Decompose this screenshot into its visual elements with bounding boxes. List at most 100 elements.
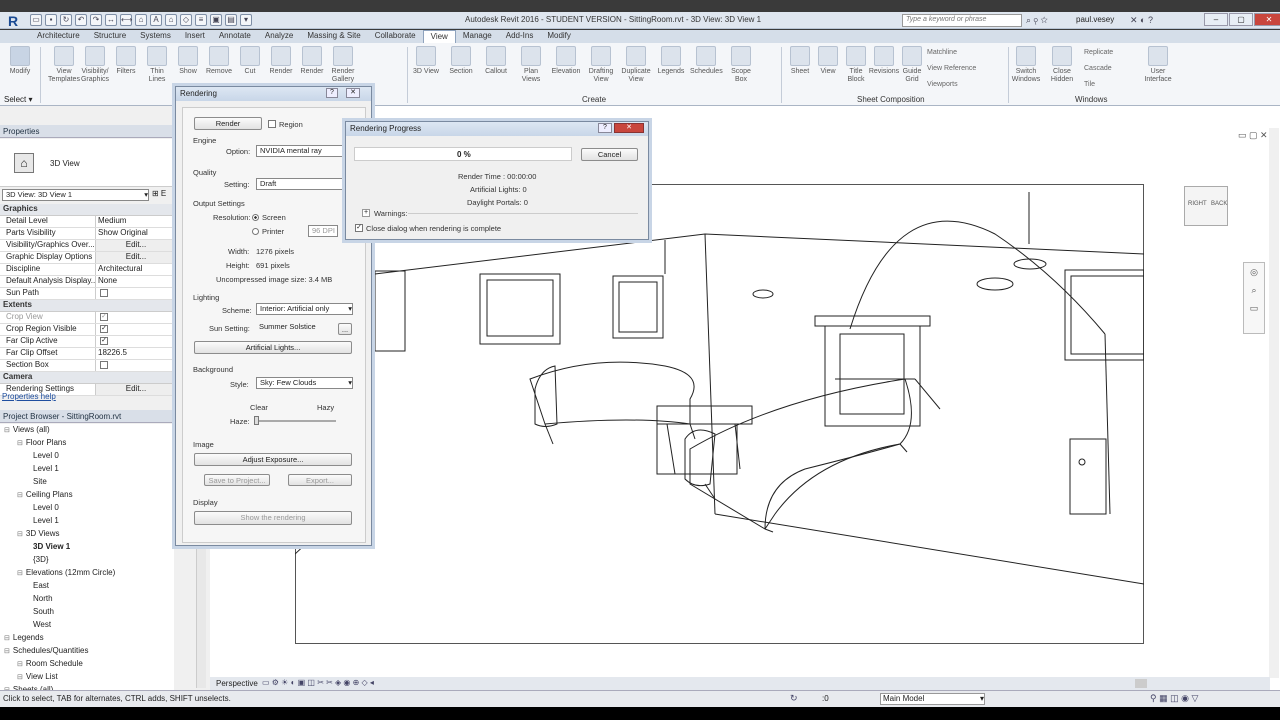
- tab-insert[interactable]: Insert: [178, 30, 212, 43]
- type-selector[interactable]: ⌂ 3D View: [0, 139, 174, 187]
- cancel-button[interactable]: Cancel: [581, 148, 638, 161]
- redo-icon[interactable]: ↷: [90, 14, 102, 26]
- property-row[interactable]: Far Clip Offset 18226.5: [0, 348, 174, 360]
- browser-item[interactable]: Level 0: [0, 502, 174, 515]
- browser-item[interactable]: East: [0, 580, 174, 593]
- create_buttons-button-7[interactable]: Legends: [655, 46, 687, 96]
- cascade-button[interactable]: Cascade: [1084, 61, 1113, 77]
- navigation-bar[interactable]: ◎ ⌕ ▭: [1243, 262, 1265, 334]
- property-row[interactable]: Sun Path: [0, 288, 174, 300]
- property-row[interactable]: Crop View ✓: [0, 312, 174, 324]
- save-icon[interactable]: ▪: [45, 14, 57, 26]
- haze-slider-thumb[interactable]: [254, 416, 259, 425]
- properties-help-link[interactable]: Properties help: [2, 392, 56, 401]
- browser-item[interactable]: ⊟ 3D Views: [0, 528, 174, 541]
- tab-view[interactable]: View: [422, 30, 456, 43]
- replicate-button[interactable]: Replicate: [1084, 45, 1113, 61]
- tree-expander-icon[interactable]: ⊟: [4, 648, 10, 655]
- tree-expander-icon[interactable]: ⊟: [17, 674, 23, 681]
- region-checkbox[interactable]: [268, 120, 276, 128]
- sync-icon[interactable]: ↻: [60, 14, 72, 26]
- tab-add-ins[interactable]: Add-Ins: [499, 30, 541, 43]
- tab-modify[interactable]: Modify: [540, 30, 578, 43]
- create_buttons-button-6[interactable]: Duplicate View: [620, 46, 652, 96]
- save-to-project-button[interactable]: Save to Project...: [204, 474, 270, 486]
- tree-expander-icon[interactable]: ⊟: [17, 661, 23, 668]
- tree-expander-icon[interactable]: ⊟: [17, 570, 23, 577]
- sheet_buttons-button-4[interactable]: Guide Grid: [896, 46, 928, 96]
- perspective-label[interactable]: Perspective: [216, 679, 258, 688]
- vertical-scrollbar[interactable]: [1269, 128, 1279, 678]
- text-icon[interactable]: A: [150, 14, 162, 26]
- close-hidden-icon[interactable]: ▣: [210, 14, 222, 26]
- create_buttons-button-8[interactable]: Schedules: [690, 46, 723, 96]
- property-checkbox[interactable]: [100, 288, 108, 297]
- tag-icon[interactable]: ⌂: [135, 14, 147, 26]
- minimize-icon[interactable]: –: [1204, 13, 1228, 26]
- browser-item[interactable]: ⊟ Views (all): [0, 424, 174, 437]
- graphics_buttons-button-0[interactable]: View Templates: [48, 46, 80, 96]
- zoom-icon[interactable]: ⌕: [1244, 281, 1264, 299]
- worksets-icon[interactable]: ↻: [790, 693, 798, 704]
- property-checkbox[interactable]: ✓: [100, 324, 108, 333]
- dimension-icon[interactable]: ⟷: [120, 14, 132, 26]
- browser-item[interactable]: Level 0: [0, 450, 174, 463]
- property-checkbox[interactable]: ✓: [100, 336, 108, 345]
- property-row[interactable]: Default Analysis Display... None: [0, 276, 174, 288]
- select-menu[interactable]: Select ▾: [4, 95, 32, 104]
- browser-item[interactable]: ⊟ Room Schedule: [0, 658, 174, 671]
- create_buttons-button-9[interactable]: Scope Box: [725, 46, 757, 96]
- browser-item[interactable]: Level 1: [0, 463, 174, 476]
- tree-expander-icon[interactable]: ⊟: [17, 531, 23, 538]
- viewports-button[interactable]: Viewports: [927, 77, 976, 93]
- window_buttons-button-0[interactable]: Switch Windows: [1010, 46, 1042, 96]
- create_buttons-button-3[interactable]: Plan Views: [515, 46, 547, 96]
- revit-logo-icon[interactable]: R: [2, 13, 24, 29]
- property-value[interactable]: Edit...: [96, 240, 174, 251]
- haze-slider-track[interactable]: [256, 420, 336, 422]
- thin-lines-icon[interactable]: ≡: [195, 14, 207, 26]
- close-icon[interactable]: ✕: [1254, 13, 1280, 26]
- tab-analyze[interactable]: Analyze: [258, 30, 300, 43]
- tab-structure[interactable]: Structure: [87, 30, 133, 43]
- browser-item[interactable]: Site: [0, 476, 174, 489]
- browser-item[interactable]: 3D View 1: [0, 541, 174, 554]
- exchange-icon[interactable]: ✕ ◐ ?: [1130, 15, 1153, 26]
- steering-wheel-icon[interactable]: ◎: [1244, 263, 1264, 281]
- section-icon[interactable]: ◇: [180, 14, 192, 26]
- property-row[interactable]: Crop Region Visible ✓: [0, 324, 174, 336]
- graphics_buttons-button-2[interactable]: Filters: [110, 46, 142, 96]
- zoom-region-icon[interactable]: ▭: [1244, 299, 1264, 317]
- create_buttons-button-5[interactable]: Drafting View: [585, 46, 617, 96]
- graphics_buttons-button-3[interactable]: Thin Lines: [141, 46, 173, 96]
- viewcube[interactable]: RIGHT BACK: [1184, 186, 1228, 226]
- tab-massing-site[interactable]: Massing & Site: [300, 30, 367, 43]
- create_buttons-button-2[interactable]: Callout: [480, 46, 512, 96]
- browser-item[interactable]: Level 1: [0, 515, 174, 528]
- export-button[interactable]: Export...: [288, 474, 352, 486]
- close-when-complete-checkbox[interactable]: ✓: [355, 224, 363, 232]
- property-value[interactable]: [96, 360, 174, 371]
- view-reference-button[interactable]: View Reference: [927, 61, 976, 77]
- tab-systems[interactable]: Systems: [133, 30, 178, 43]
- viewcube-back[interactable]: BACK: [1211, 201, 1227, 207]
- property-row[interactable]: Graphic Display Options Edit...: [0, 252, 174, 264]
- window_buttons-button-1[interactable]: Close Hidden: [1046, 46, 1078, 96]
- background-style-select[interactable]: Sky: Few Clouds ▾: [256, 377, 353, 389]
- property-value[interactable]: ✓: [96, 324, 174, 335]
- tree-expander-icon[interactable]: ⊟: [17, 440, 23, 447]
- tab-annotate[interactable]: Annotate: [212, 30, 258, 43]
- browser-item[interactable]: ⊟ View List: [0, 671, 174, 684]
- create_buttons-button-4[interactable]: Elevation: [550, 46, 582, 96]
- browser-item[interactable]: ⊟ Elevations (12mm Circle): [0, 567, 174, 580]
- property-row[interactable]: Far Clip Active ✓: [0, 336, 174, 348]
- expand-warnings-icon[interactable]: +: [362, 209, 370, 217]
- tab-architecture[interactable]: Architecture: [30, 30, 87, 43]
- property-checkbox[interactable]: ✓: [100, 312, 108, 321]
- property-value[interactable]: Edit...: [96, 252, 174, 263]
- browser-item[interactable]: South: [0, 606, 174, 619]
- property-value[interactable]: Edit...: [96, 384, 174, 395]
- lighting-scheme-select[interactable]: Interior: Artificial only ▾: [256, 303, 353, 315]
- help-icon[interactable]: ?: [598, 123, 612, 133]
- edit-type-button[interactable]: ⊞ E: [152, 189, 174, 201]
